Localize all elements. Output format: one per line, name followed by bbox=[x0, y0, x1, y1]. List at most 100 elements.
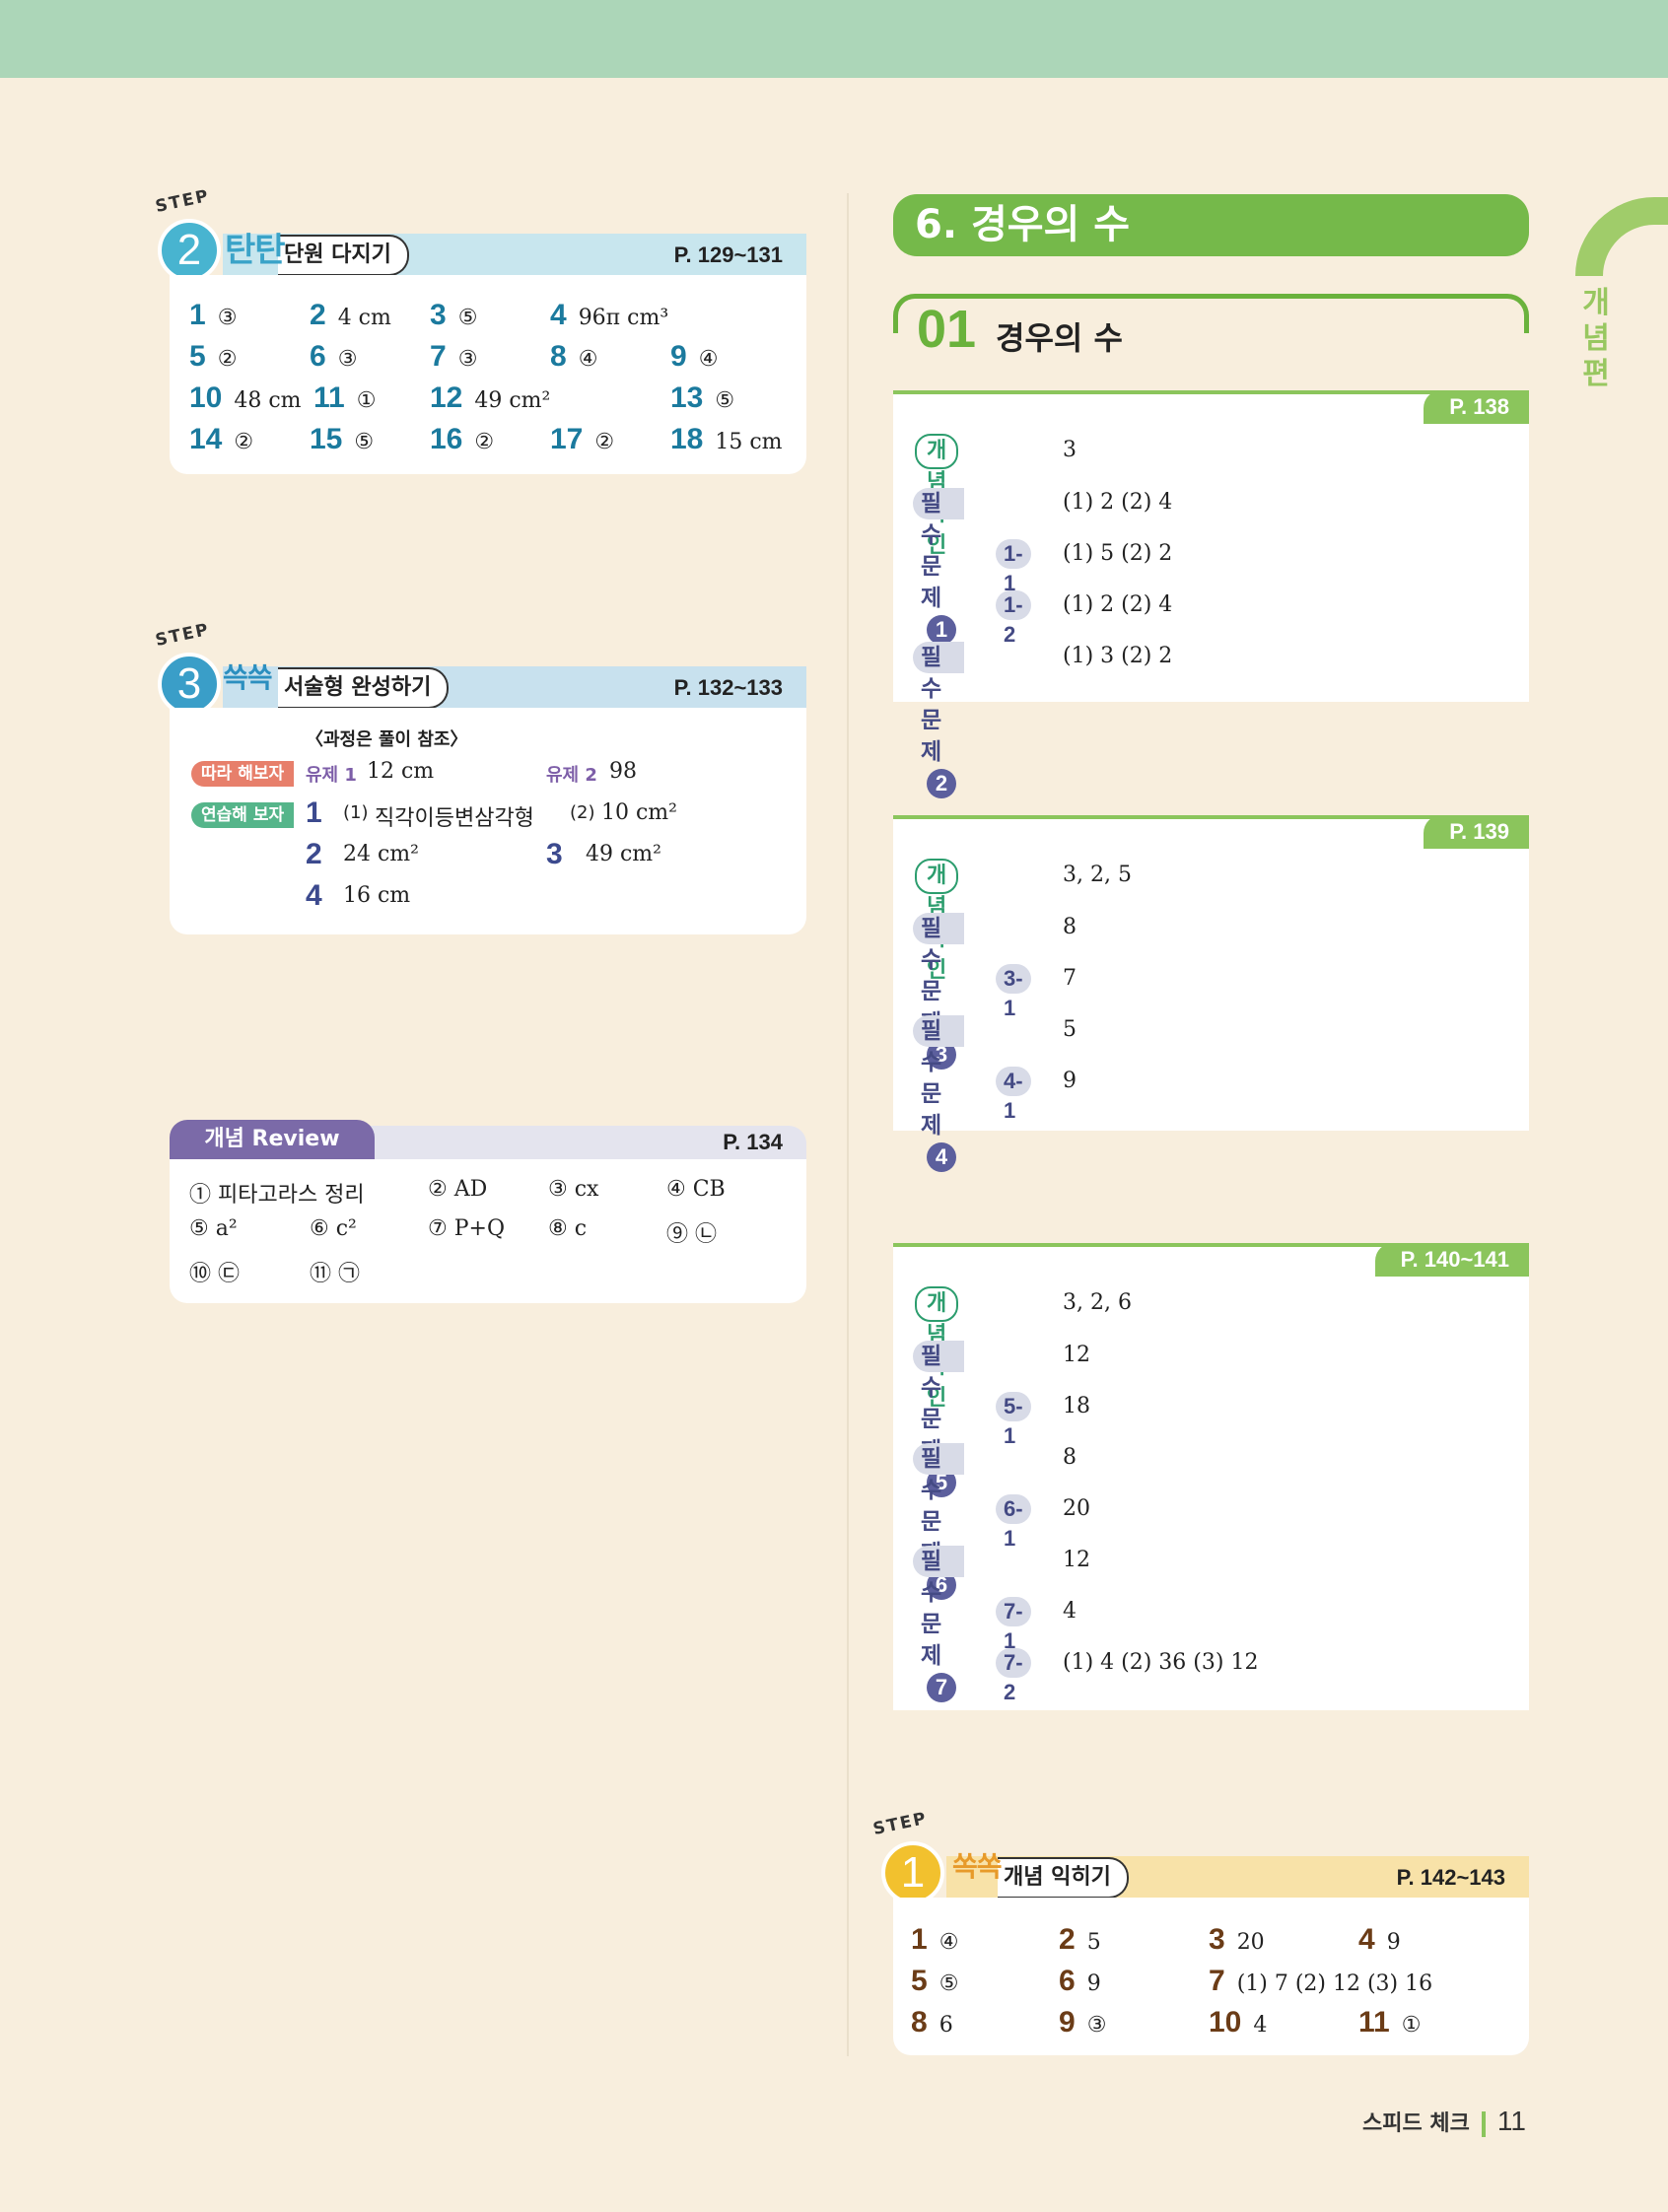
required-problem-text: 필수 문제 bbox=[921, 1549, 942, 1669]
chapter-title: 6. 경우의 수 bbox=[915, 202, 1131, 247]
answer-number: 10 bbox=[189, 381, 223, 414]
answer-value: 4 bbox=[1253, 2013, 1268, 2038]
step1-answer-card: 1 ④ 2 5 3 20 4 9 5 ⑤ 6 9 7 (1) 7 (2) 12 (3) 16 8 6 9 ③ 10 4… bbox=[893, 1898, 1529, 2055]
answer-number: 17 bbox=[550, 423, 584, 455]
answer-number: 15 bbox=[310, 423, 343, 455]
answer-item: 11 ① bbox=[313, 381, 376, 415]
problem-answer: (1) 4 (2) 36 (3) 12 bbox=[1063, 1650, 1259, 1675]
answer-value: ② bbox=[594, 430, 615, 454]
step2-title: 단원 다지기 bbox=[284, 242, 391, 267]
answer-item: 18 15 cm bbox=[670, 423, 783, 456]
answer-number: 5 bbox=[189, 340, 206, 373]
answer-item: 2 4 cm bbox=[310, 299, 391, 332]
answer-item: 15 ⑤ bbox=[310, 423, 374, 456]
sub-problem-label: 5-1 bbox=[996, 1392, 1031, 1448]
step2-number-badge: 2 bbox=[158, 219, 221, 282]
answer-card-p139: P. 139 개념 확인 3, 2, 5 필수 문제3 8 3-1 7 필수 문제 4 5 4-1… bbox=[893, 815, 1529, 1172]
answer-item: 3 20 bbox=[1209, 1923, 1265, 1957]
ex1-value: 12 cm bbox=[367, 759, 435, 784]
step1-step-label: STEP bbox=[870, 1808, 930, 1839]
answer-value: 20 bbox=[1236, 1930, 1265, 1955]
answer-item: 86 bbox=[911, 2006, 953, 2039]
answer-card-p138: P. 138 개념 확인3필수 문제1(1) 2 (2) 41-1(1) 5 (… bbox=[893, 390, 1529, 798]
answer-item: 8④ bbox=[550, 340, 597, 374]
p3-num: 3 bbox=[546, 838, 563, 870]
answer-value: 15 cm bbox=[715, 430, 783, 454]
answer-number: 4 bbox=[1358, 1923, 1375, 1956]
answer-item: 3⑤ bbox=[430, 299, 477, 332]
answer-value: ⑤ bbox=[938, 1971, 959, 1996]
answer-value: ③ bbox=[1086, 2013, 1107, 2038]
step2-title-pill: 단원 다지기 bbox=[278, 235, 409, 276]
required-problem-label: 필수 문제3 bbox=[913, 913, 964, 1070]
problem-number-badge: 4 bbox=[927, 1142, 956, 1172]
required-problem-label: 필수 문제6 bbox=[913, 1443, 964, 1600]
review-title: 개념 Review bbox=[204, 1127, 340, 1151]
concept-check-value: 3, 2, 5 bbox=[1063, 863, 1132, 887]
review-card: ① 피타고라스 정리 ② AD ③ cx ④ CB ⑤ a² ⑥ c² ⑦ P+Q ⑧ c ⑨ … bbox=[170, 1159, 806, 1303]
review-item: ⑦ P+Q bbox=[428, 1216, 505, 1241]
answer-item: 11 ① bbox=[1358, 2006, 1421, 2039]
answer-number: 2 bbox=[1059, 1923, 1076, 1956]
problem-answer: (1) 2 (2) 4 bbox=[1063, 490, 1173, 515]
step1-pages: P. 142~143 bbox=[1396, 1865, 1505, 1890]
problem-answer: (1) 2 (2) 4 bbox=[1063, 592, 1173, 617]
review-item: ⑤ a² bbox=[189, 1216, 238, 1241]
review-item: ⑪ ㉠ bbox=[310, 1262, 360, 1286]
answer-value: 9 bbox=[1086, 1971, 1101, 1996]
review-pages: P. 134 bbox=[723, 1130, 783, 1154]
step3-title: 서술형 완성하기 bbox=[284, 675, 432, 700]
answer-number: 6 bbox=[1059, 1965, 1076, 1997]
answer-value: ⑤ bbox=[457, 306, 478, 330]
answer-item: 69 bbox=[1059, 1965, 1101, 1998]
tag-follow: 따라 해보자 bbox=[191, 761, 308, 787]
step2-title-big: 탄탄 bbox=[225, 231, 286, 270]
answer-item: 10 48 cm bbox=[189, 381, 302, 415]
answer-value: 49 cm² bbox=[474, 388, 551, 413]
required-problem-text: 필수 문제 bbox=[921, 645, 942, 765]
concept-check-value: 3 bbox=[1063, 438, 1077, 462]
answer-number: 1 bbox=[189, 299, 206, 331]
sub-problem-label: 1-1 bbox=[996, 539, 1031, 595]
column-divider bbox=[847, 193, 849, 2056]
answer-item: 16 ② bbox=[430, 423, 494, 456]
p3-value: 49 cm² bbox=[586, 842, 661, 866]
answer-number: 8 bbox=[550, 340, 567, 373]
required-problem-label: 필수 문제 2 bbox=[913, 642, 964, 798]
answer-item: 1④ bbox=[911, 1923, 958, 1957]
review-item: ④ CB bbox=[666, 1177, 726, 1202]
answer-item: 1③ bbox=[189, 299, 237, 332]
ex1-label: 유제 1 bbox=[306, 765, 357, 786]
answer-item: 25 bbox=[1059, 1923, 1101, 1957]
answer-value: ③ bbox=[337, 347, 358, 372]
answer-number: 14 bbox=[189, 423, 223, 455]
ex2-label: 유제 2 bbox=[546, 765, 597, 786]
concept-check-label: 개념 확인 bbox=[915, 434, 959, 558]
review-title-tab: 개념 Review bbox=[170, 1120, 375, 1159]
answer-item: 5② bbox=[189, 340, 237, 374]
sub-problem-label: 1-2 bbox=[996, 590, 1031, 647]
sub-problem-label: 7-2 bbox=[996, 1648, 1031, 1704]
p2-num: 2 bbox=[306, 838, 322, 870]
footer-text: 스피드 체크 bbox=[1362, 2111, 1470, 2136]
problem-answer: 4 bbox=[1063, 1599, 1077, 1624]
side-tab-arc bbox=[1575, 197, 1668, 276]
ex2-value: 98 bbox=[609, 759, 637, 784]
answer-value: ③ bbox=[457, 347, 478, 372]
tag-practice: 연습해 보자 bbox=[191, 802, 308, 828]
problem-number-badge: 7 bbox=[927, 1673, 956, 1702]
card-page-tag: P. 140~141 bbox=[1374, 1243, 1529, 1277]
answer-card-p140-141: P. 140~141 개념 확인 3, 2, 6 필수 문제5 12 5-1 18 필수 문… bbox=[893, 1243, 1529, 1710]
review-item: ② AD bbox=[428, 1177, 488, 1202]
section-number: 01 bbox=[911, 302, 983, 357]
answer-value: ① bbox=[1401, 2013, 1422, 2038]
answer-number: 10 bbox=[1209, 2006, 1242, 2039]
section-title: 경우의 수 bbox=[996, 319, 1123, 357]
required-problem-label: 필수 문제5 bbox=[913, 1341, 964, 1497]
answer-value: 9 bbox=[1386, 1930, 1401, 1955]
answer-value: 96π cm³ bbox=[578, 306, 669, 330]
sub-problem-label: 7-1 bbox=[996, 1597, 1031, 1653]
answer-value: 6 bbox=[938, 2013, 953, 2038]
answer-value: ⑤ bbox=[715, 388, 735, 413]
problem-answer: 9 bbox=[1063, 1069, 1077, 1093]
